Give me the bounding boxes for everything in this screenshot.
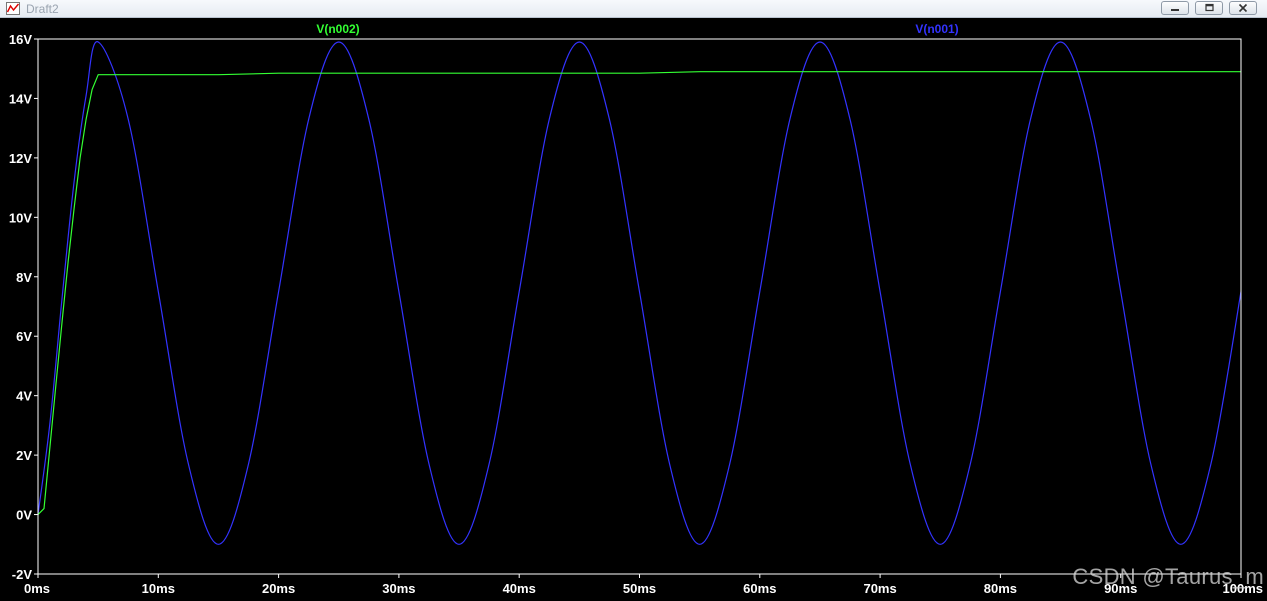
x-tick-label: 60ms bbox=[743, 581, 776, 596]
close-button[interactable] bbox=[1229, 1, 1257, 15]
window-title: Draft2 bbox=[26, 2, 59, 16]
y-tick-label: 14V bbox=[9, 91, 32, 106]
x-tick-label: 80ms bbox=[984, 581, 1017, 596]
app-icon bbox=[6, 2, 20, 15]
x-tick-label: 40ms bbox=[503, 581, 536, 596]
plot-frame bbox=[37, 38, 1242, 575]
y-tick-label: 0V bbox=[16, 508, 32, 523]
y-tick-label: 6V bbox=[16, 329, 32, 344]
y-tick-label: -2V bbox=[12, 567, 33, 582]
x-tick-label: 10ms bbox=[142, 581, 175, 596]
minimize-button[interactable] bbox=[1161, 1, 1189, 15]
y-tick-label: 10V bbox=[9, 210, 32, 225]
legend-label-n002[interactable]: V(n002) bbox=[316, 22, 359, 36]
x-tick-label: 30ms bbox=[382, 581, 415, 596]
close-icon bbox=[1238, 3, 1248, 13]
minimize-icon bbox=[1171, 9, 1179, 11]
y-tick-label: 8V bbox=[16, 270, 32, 285]
x-tick-label: 20ms bbox=[262, 581, 295, 596]
x-tick-label: 0ms bbox=[24, 581, 50, 596]
y-tick-label: 2V bbox=[16, 448, 32, 463]
restore-icon bbox=[1205, 3, 1214, 12]
watermark: CSDN @Taurus_m bbox=[1072, 564, 1264, 589]
legend-label-n001[interactable]: V(n001) bbox=[915, 22, 958, 36]
restore-button[interactable] bbox=[1195, 1, 1223, 15]
y-tick-label: 4V bbox=[16, 389, 32, 404]
title-bar: Draft2 bbox=[0, 0, 1267, 18]
x-tick-label: 70ms bbox=[863, 581, 896, 596]
waveform-chart[interactable]: -2V 0V 2V 4V 6V 8V 10V 12V 14V 16V 0ms 10ms 20ms 30m… bbox=[0, 19, 1267, 596]
y-tick-label: 16V bbox=[9, 32, 32, 47]
x-tick-label: 50ms bbox=[623, 581, 656, 596]
series-line-n001 bbox=[37, 41, 1242, 545]
y-tick-label: 12V bbox=[9, 151, 32, 166]
waveform-viewer[interactable]: -2V 0V 2V 4V 6V 8V 10V 12V 14V 16V 0ms 10ms 20ms 30m… bbox=[0, 19, 1267, 596]
